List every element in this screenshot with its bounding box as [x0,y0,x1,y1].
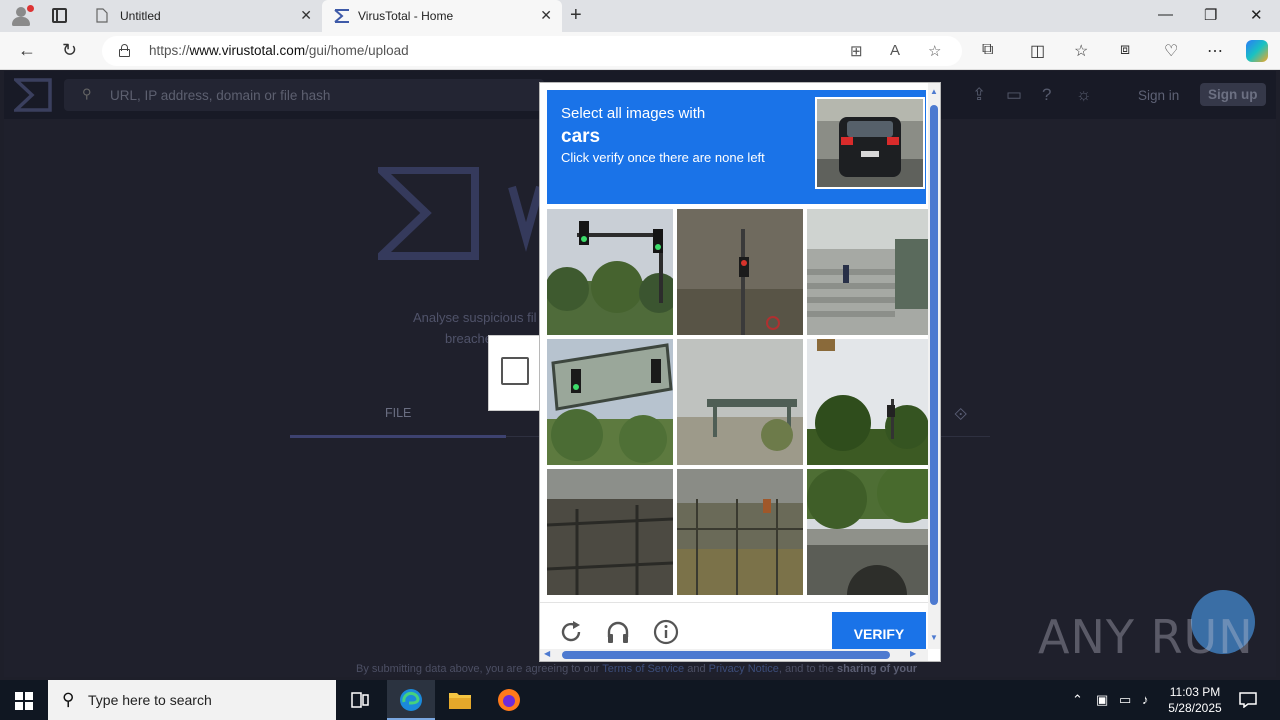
edge-taskbar-icon[interactable] [387,680,435,720]
search-tab-icon[interactable]: ⟐ [954,405,967,425]
captcha-tile[interactable] [547,469,673,595]
anyrun-watermark: ANY RUN [1038,610,1254,664]
captcha-divider [540,602,928,603]
captcha-target: cars [561,126,601,147]
more-menu-icon[interactable]: ⋯ [1207,41,1223,61]
captcha-instruction: Select all images with [561,105,706,122]
privacy-link[interactable]: Privacy Notice [709,663,779,675]
vt-search-box[interactable]: ⚲ [64,79,544,111]
minimize-icon[interactable]: — [1158,6,1173,23]
tab-close-icon[interactable]: ✕ [300,7,312,24]
close-window-icon[interactable]: ✕ [1250,6,1263,24]
captcha-vertical-scrollbar[interactable]: ▲ ▼ [928,83,940,649]
taskbar-clock[interactable]: 11:03 PM 5/28/2025 [1160,684,1230,716]
refresh-icon[interactable]: ↻ [62,40,77,61]
captcha-tile[interactable] [807,209,933,335]
captcha-subtext: Click verify once there are none left [561,150,765,165]
taskbar-search-box[interactable]: ⚲ Type here to search [48,680,336,720]
tab-close-icon[interactable]: ✕ [540,7,552,24]
tab-title: VirusTotal - Home [358,9,454,23]
page-icon [96,8,108,23]
collections-icon[interactable]: ⧈ [1120,41,1130,59]
split-screen-icon[interactable]: ◫ [1030,41,1045,61]
firefox-icon[interactable] [485,680,533,720]
theme-toggle-icon[interactable]: ☼ [1076,85,1092,105]
tray-overflow-icon[interactable]: ⌃ [1072,692,1083,708]
captcha-tile[interactable] [807,339,933,465]
vt-terms-notice: By submitting data above, you are agreei… [356,663,918,675]
url-text[interactable]: https://www.virustotal.com/gui/home/uplo… [149,43,409,58]
captcha-image-grid [547,209,933,597]
restore-icon[interactable]: ❐ [1204,6,1217,24]
captcha-horizontal-scrollbar[interactable]: ◀ ▶ [540,649,928,661]
profile-avatar-icon[interactable] [10,5,34,27]
virustotal-favicon-icon [334,9,349,23]
app-available-icon[interactable]: ⊞ [850,42,863,60]
captcha-prompt-banner: Select all images with cars Click verify… [547,90,926,204]
new-tab-icon[interactable]: + [570,4,582,27]
windows-start-icon[interactable] [15,692,33,710]
favorites-icon[interactable]: ☆ [1074,41,1088,61]
help-icon[interactable]: ? [1042,85,1051,105]
file-explorer-icon[interactable] [436,680,484,720]
address-bar[interactable]: https://www.virustotal.com/gui/home/uplo… [102,36,962,66]
browser-tab-bar: Untitled ✕ VirusTotal - Home ✕ + — ❐ ✕ [0,0,1280,32]
captcha-tile[interactable] [547,339,673,465]
info-icon[interactable] [653,619,679,645]
read-aloud-icon[interactable]: A [890,42,900,59]
lock-icon[interactable] [119,44,130,57]
audio-challenge-icon[interactable] [605,619,631,645]
tab-virustotal[interactable]: VirusTotal - Home ✕ [322,0,562,32]
captcha-reference-image [815,97,925,189]
vt-search-input[interactable] [110,84,530,106]
search-icon: ⚲ [82,86,92,101]
captcha-checkbox[interactable] [501,357,529,385]
chat-icon[interactable]: ▭ [1006,85,1022,105]
captcha-tile[interactable] [677,339,803,465]
tab-active-indicator [290,435,506,438]
back-icon[interactable]: ← [18,40,36,61]
captcha-tile[interactable] [677,469,803,595]
browser-toolbar: ← ↻ https://www.virustotal.com/gui/home/… [0,32,1280,70]
tab-file[interactable]: FILE [385,406,411,420]
windows-taskbar: ⚲ Type here to search ⌃ ▣ ▭ ♪ 11:03 PM 5… [0,680,1280,720]
captcha-challenge: Select all images with cars Click verify… [539,82,941,662]
network-icon[interactable]: ▭ [1119,692,1131,708]
taskbar-search-placeholder: Type here to search [88,692,212,708]
copilot-icon[interactable] [1246,40,1268,62]
sign-in-link[interactable]: Sign in [1138,88,1179,103]
captcha-tile[interactable] [677,209,803,335]
captcha-tile[interactable] [807,469,933,595]
upload-icon[interactable]: ⇪ [972,85,986,105]
performance-icon[interactable]: ♡ [1164,41,1178,61]
terms-link[interactable]: Terms of Service [602,663,684,675]
sign-up-button[interactable]: Sign up [1200,83,1266,106]
volume-icon[interactable]: ♪ [1142,692,1149,707]
notifications-icon[interactable] [1239,692,1257,708]
task-view-icon[interactable] [336,680,384,720]
tab-title: Untitled [120,9,161,23]
tab-untitled[interactable]: Untitled ✕ [84,0,322,32]
extensions-icon[interactable]: ⧉ [982,41,993,59]
search-icon: ⚲ [62,690,75,709]
refresh-challenge-icon[interactable] [558,619,584,645]
tray-device-icon[interactable]: ▣ [1096,692,1108,708]
tab-actions-icon[interactable] [52,8,67,23]
favorite-star-icon[interactable]: ☆ [928,42,941,60]
captcha-tile[interactable] [547,209,673,335]
virustotal-logo-icon[interactable] [14,78,52,112]
captcha-checkbox-widget [488,335,540,411]
